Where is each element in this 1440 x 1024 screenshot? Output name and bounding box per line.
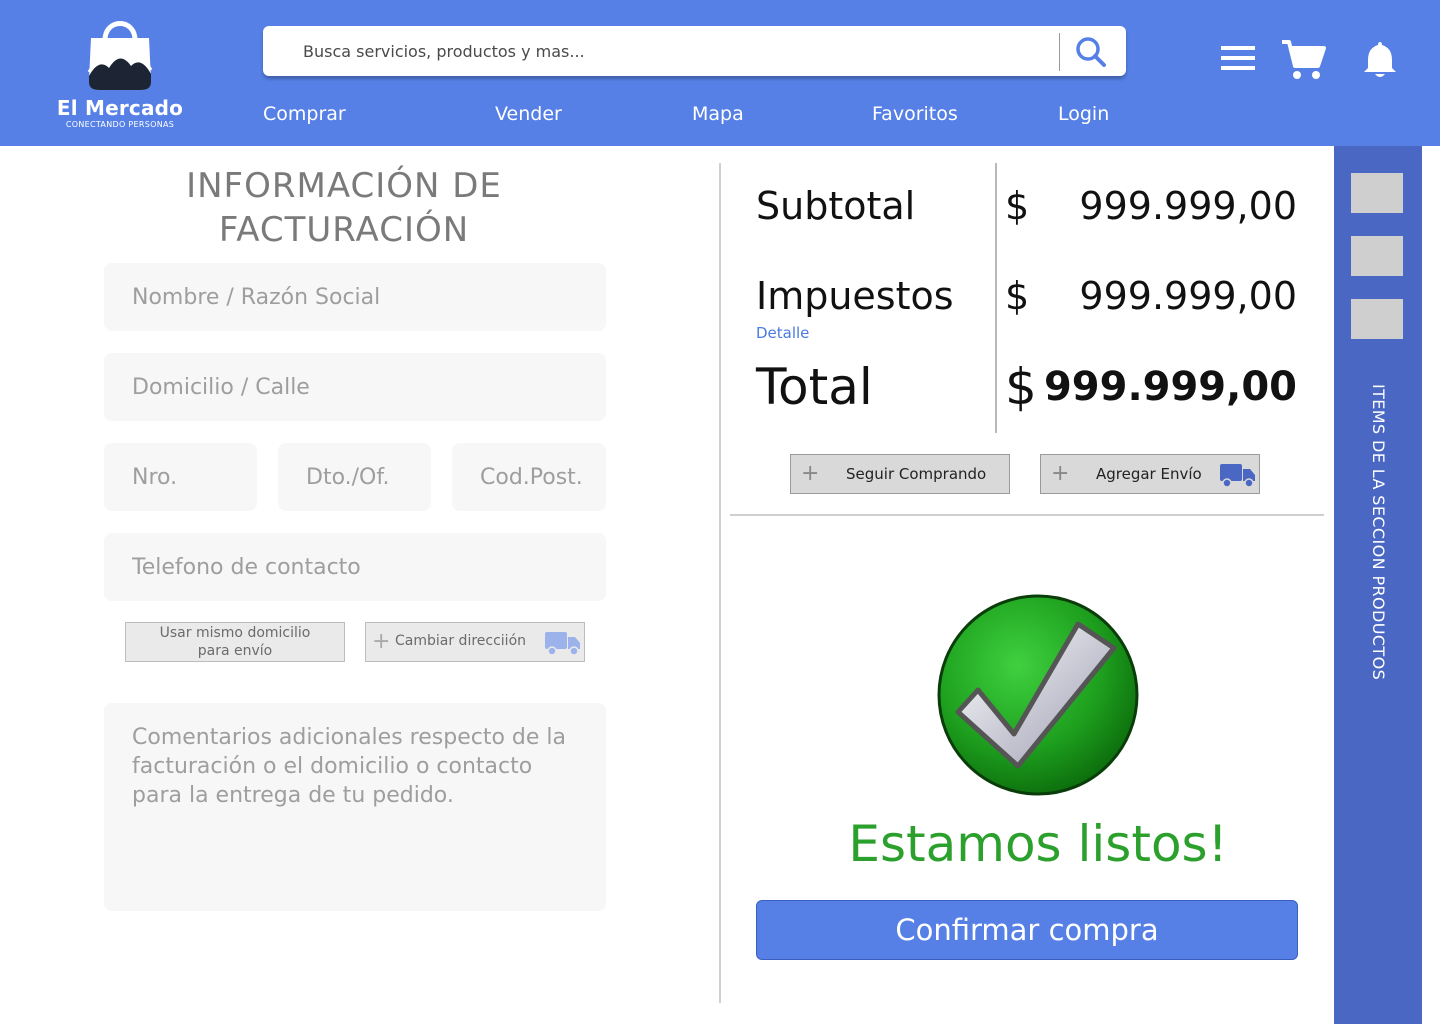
phone-field[interactable] bbox=[104, 533, 606, 601]
shopping-bag-icon bbox=[87, 21, 153, 90]
continue-shopping-label: Seguir Comprando bbox=[846, 465, 987, 483]
nav-vender[interactable]: Vender bbox=[495, 103, 562, 131]
products-sidebar: ITEMS DE LA SECCION PRODUCTOS bbox=[1334, 146, 1422, 1024]
brand-tagline: CONECTANDO PERSONAS bbox=[65, 120, 175, 129]
search-bar bbox=[263, 26, 1126, 76]
product-thumbnail[interactable] bbox=[1351, 173, 1403, 213]
truck-icon bbox=[1220, 464, 1255, 488]
summary-divider bbox=[995, 163, 997, 433]
product-thumbnail[interactable] bbox=[1351, 236, 1403, 276]
summary-bottom-divider bbox=[730, 514, 1324, 516]
confirm-purchase-button[interactable]: Confirmar compra bbox=[756, 900, 1298, 960]
total-value: 999.999,00 bbox=[1043, 364, 1297, 410]
subtotal-value: 999.999,00 bbox=[1079, 184, 1297, 228]
nav-login[interactable]: Login bbox=[1058, 103, 1109, 131]
brand-logo[interactable]: El Mercado CONECTANDO PERSONAS bbox=[52, 10, 188, 132]
comments-field[interactable] bbox=[104, 703, 606, 911]
plus-icon: + bbox=[801, 461, 820, 486]
address-field[interactable] bbox=[104, 353, 606, 421]
ready-message: Estamos listos! bbox=[848, 815, 1228, 873]
subtotal-label: Subtotal bbox=[756, 184, 916, 228]
add-shipping-button[interactable]: + Agregar Envío bbox=[1040, 454, 1260, 494]
taxes-value: 999.999,00 bbox=[1079, 274, 1297, 318]
nav-mapa[interactable]: Mapa bbox=[692, 103, 744, 131]
change-address-button[interactable]: + Cambiar direcciión bbox=[365, 622, 585, 662]
billing-title-line1: INFORMACIÓN DE bbox=[186, 166, 502, 206]
apartment-field[interactable] bbox=[278, 443, 431, 511]
plus-icon: + bbox=[372, 629, 391, 654]
sidebar-title: ITEMS DE LA SECCION PRODUCTOS bbox=[1369, 384, 1388, 681]
name-field[interactable] bbox=[104, 263, 606, 331]
billing-title: INFORMACIÓN DE FACTURACIÓN bbox=[104, 164, 584, 252]
cart-icon[interactable] bbox=[1280, 38, 1326, 86]
bell-icon[interactable] bbox=[1362, 40, 1398, 84]
taxes-currency: $ bbox=[1005, 274, 1030, 318]
taxes-label: Impuestos bbox=[756, 274, 954, 318]
postal-code-field[interactable] bbox=[452, 443, 606, 511]
add-shipping-label: Agregar Envío bbox=[1096, 465, 1202, 483]
total-label: Total bbox=[756, 358, 873, 416]
subtotal-currency: $ bbox=[1005, 184, 1030, 228]
continue-shopping-button[interactable]: + Seguir Comprando bbox=[790, 454, 1010, 494]
search-icon bbox=[1076, 37, 1106, 67]
street-number-field[interactable] bbox=[104, 443, 257, 511]
search-divider bbox=[1059, 33, 1060, 71]
top-header: El Mercado CONECTANDO PERSONAS Comprar V… bbox=[0, 0, 1440, 146]
truck-icon bbox=[545, 632, 580, 656]
checkmark-success-icon bbox=[937, 594, 1139, 796]
same-address-button[interactable]: Usar mismo domicilio para envío bbox=[125, 622, 345, 662]
change-address-label: Cambiar direcciión bbox=[395, 633, 527, 649]
taxes-detail-link[interactable]: Detalle bbox=[756, 324, 809, 342]
total-currency: $ bbox=[1005, 358, 1037, 416]
column-divider bbox=[719, 163, 721, 1003]
product-thumbnail[interactable] bbox=[1351, 299, 1403, 339]
nav-favoritos[interactable]: Favoritos bbox=[872, 103, 958, 131]
plus-icon: + bbox=[1051, 461, 1070, 486]
billing-title-line2: FACTURACIÓN bbox=[218, 210, 470, 250]
nav-comprar[interactable]: Comprar bbox=[263, 103, 346, 131]
search-input[interactable] bbox=[303, 26, 1053, 76]
search-button[interactable] bbox=[1071, 34, 1111, 70]
brand-name: El Mercado bbox=[56, 96, 184, 120]
menu-icon[interactable] bbox=[1220, 44, 1256, 78]
